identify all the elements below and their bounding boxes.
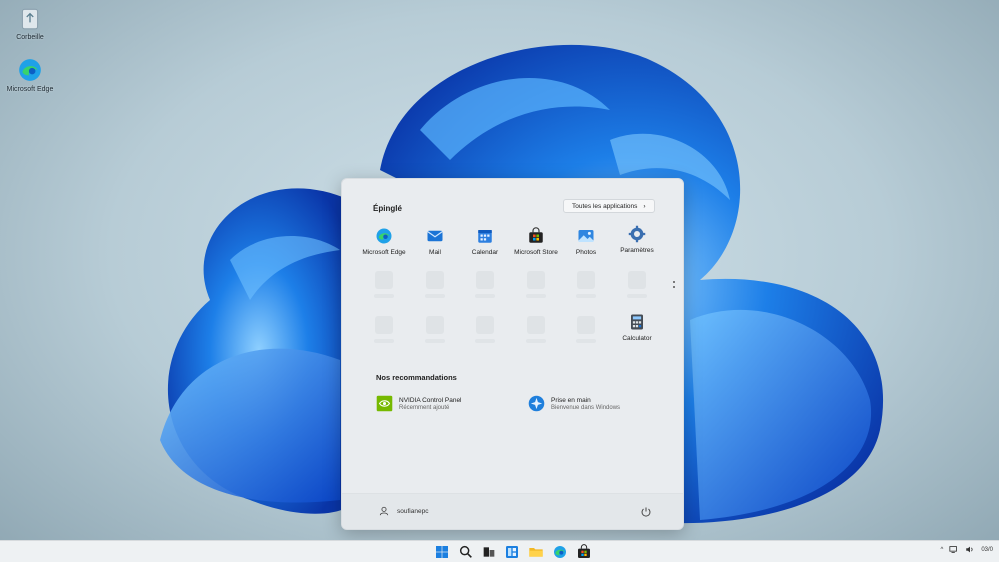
chevron-right-icon: › (643, 202, 646, 210)
desktop-icon-label: Microsoft Edge (6, 86, 54, 93)
pinned-app-label: Paramètres (620, 247, 654, 254)
pinned-section-title: Épinglé (373, 204, 402, 213)
mail-icon (427, 230, 443, 242)
widgets-icon[interactable] (504, 544, 520, 560)
tray-chevron-icon[interactable]: ^ (940, 547, 943, 553)
pinned-placeholder (558, 271, 614, 298)
store-icon (529, 227, 543, 243)
desktop-icon-label: Corbeille (16, 34, 44, 41)
pinned-placeholder (457, 271, 513, 298)
pinned-placeholder (457, 316, 513, 343)
nvidia-icon (376, 395, 393, 412)
pinned-placeholder (407, 316, 463, 343)
calculator-icon (631, 314, 643, 330)
task-view-icon[interactable] (481, 544, 497, 560)
pinned-app-mail[interactable]: Mail (407, 227, 463, 256)
calendar-icon (478, 230, 492, 243)
recycle-bin-icon (21, 8, 39, 30)
edge-icon (19, 59, 41, 81)
clock[interactable]: 03/0 (981, 547, 993, 553)
recommendation-subtitle: Bienvenue dans Windows (551, 405, 621, 411)
pinned-app-label: Microsoft Store (514, 249, 558, 256)
edge-icon (376, 228, 392, 244)
store-icon[interactable] (576, 544, 592, 560)
all-apps-button[interactable]: Toutes les applications › (563, 199, 655, 213)
pinned-app-label: Mail (429, 249, 441, 256)
edge-icon[interactable] (552, 544, 568, 560)
all-apps-label: Toutes les applications (572, 202, 638, 210)
desktop-icon-edge[interactable]: Microsoft Edge (0, 57, 60, 93)
pinned-placeholder (356, 316, 412, 343)
pinned-app-photos[interactable]: Photos (558, 227, 614, 256)
recommendation-title: Prise en main (551, 397, 591, 404)
system-tray: ^ 03/0 (940, 545, 993, 554)
start-menu-footer: soufianepc (342, 493, 683, 529)
pinned-app-settings[interactable]: Paramètres (609, 225, 665, 254)
pinned-app-store[interactable]: Microsoft Store (508, 227, 564, 256)
pinned-app-label: Calculator (622, 335, 652, 342)
pinned-placeholder (407, 271, 463, 298)
get-started-icon (528, 395, 545, 412)
recommendation-get-started[interactable]: Prise en main Bienvenue dans Windows (528, 395, 620, 412)
recommendation-nvidia[interactable]: NVIDIA Control Panel Récemment ajouté (376, 395, 462, 412)
pinned-placeholder (356, 271, 412, 298)
pinned-app-label: Calendar (471, 249, 499, 256)
user-icon (379, 506, 389, 516)
pinned-app-label: Photos (575, 249, 597, 256)
photos-icon (578, 230, 594, 242)
pinned-placeholder (609, 271, 665, 298)
windows-start-icon[interactable] (434, 544, 450, 560)
recommendation-title: NVIDIA Control Panel (399, 397, 462, 404)
search-icon[interactable] (458, 544, 474, 560)
recommendation-subtitle: Récemment ajouté (399, 405, 450, 411)
pinned-app-calendar[interactable]: Calendar (457, 227, 513, 256)
taskbar: ^ 03/0 (0, 540, 999, 562)
network-icon[interactable] (949, 545, 959, 554)
pinned-app-calculator[interactable]: Calculator (609, 313, 665, 342)
volume-icon[interactable] (965, 545, 975, 554)
settings-icon (628, 225, 646, 243)
pinned-placeholder (508, 271, 564, 298)
recommendations-title: Nos recommandations (376, 373, 457, 382)
pinned-app-label: Microsoft Edge (362, 249, 406, 256)
power-icon[interactable] (640, 506, 652, 518)
page-indicator[interactable] (673, 281, 676, 291)
desktop-icon-recycle-bin[interactable]: Corbeille (0, 5, 60, 41)
start-menu: Épinglé Toutes les applications › Micros… (341, 178, 684, 530)
user-account-button[interactable]: soufianepc (379, 506, 428, 516)
pinned-app-edge[interactable]: Microsoft Edge (356, 227, 412, 256)
file-explorer-icon[interactable] (528, 544, 544, 560)
pinned-placeholder (558, 316, 614, 343)
pinned-placeholder (508, 316, 564, 343)
user-name: soufianepc (397, 507, 429, 515)
